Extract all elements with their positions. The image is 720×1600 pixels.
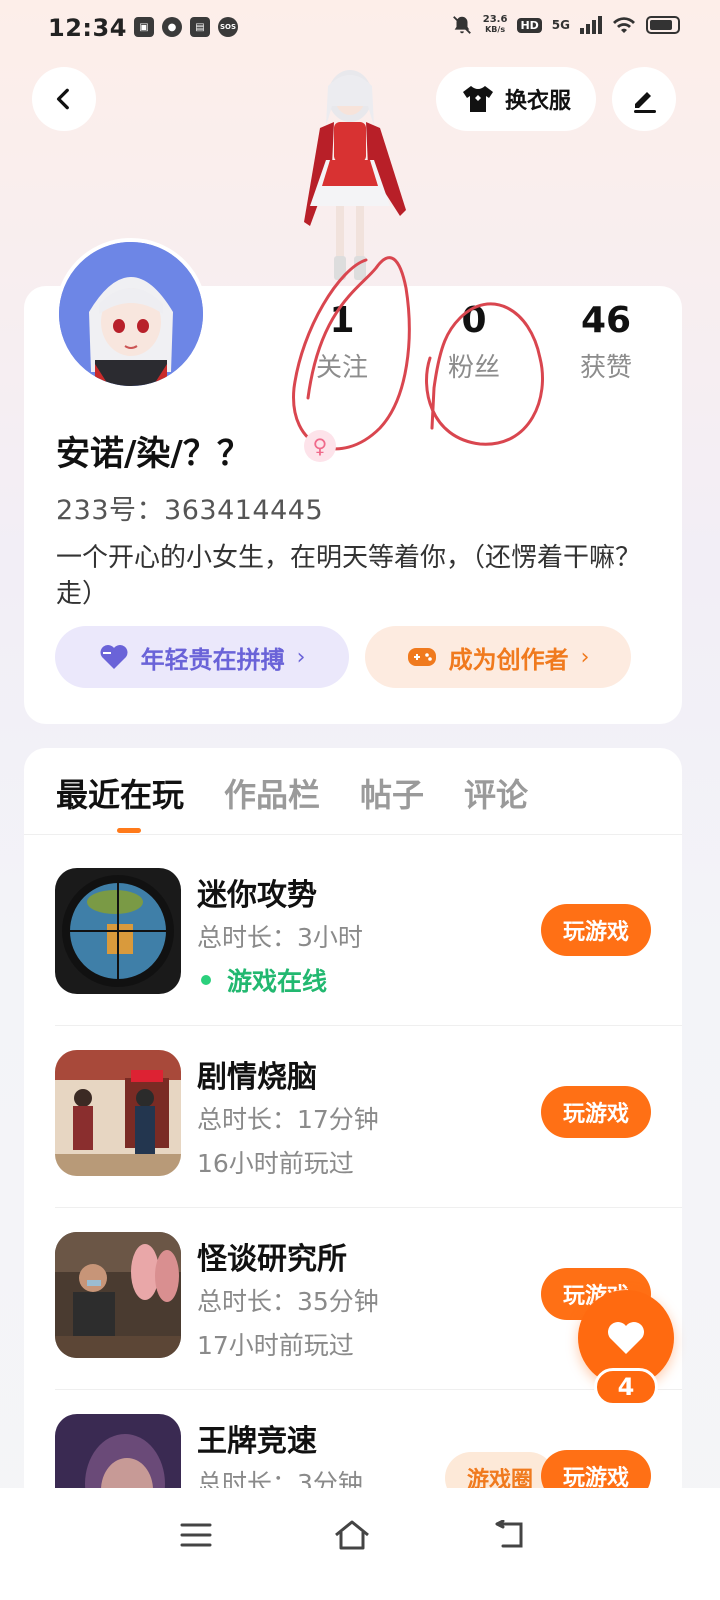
avatar-character-image (304, 70, 406, 280)
mute-bell-icon (452, 16, 471, 34)
change-outfit-button[interactable]: 换衣服 (436, 67, 596, 131)
change-outfit-label: 换衣服 (504, 89, 571, 114)
likes-count: 46 (580, 300, 632, 341)
chevron-right-icon: › (296, 644, 306, 670)
game-last-played: 17小时前玩过 (197, 1331, 354, 1360)
shop-notification-icon: ▣ (134, 17, 154, 37)
game-thumbnail (55, 1232, 181, 1358)
game-name: 剧情烧脑 (197, 1060, 317, 1095)
home-icon (335, 1520, 369, 1550)
chevron-right-icon: › (580, 644, 590, 670)
chevron-left-icon (56, 88, 69, 110)
user-id[interactable]: 233号：363414445 (56, 488, 323, 527)
game-duration: 总时长：3小时 (197, 923, 363, 952)
online-status-dot (201, 975, 211, 985)
notification-icons: ▣ ● ▤ SOS (134, 17, 238, 37)
slogan-button[interactable]: 年轻贵在拼搏 › (55, 626, 349, 688)
status-bar: 12:34 ▣ ● ▤ SOS 23.6 KB/s HD 5G (0, 0, 720, 56)
game-duration: 总时长：35分钟 (197, 1287, 379, 1316)
tab-posts[interactable]: 帖子 (360, 770, 424, 816)
system-nav-bar (0, 1488, 720, 1600)
status-time: 12:34 (48, 14, 127, 42)
username: 安诺/染/？？ (56, 434, 251, 474)
slogan-label: 年轻贵在拼搏 (140, 645, 285, 674)
content-card: 最近在玩 作品栏 帖子 评论 迷你攻势 总时长：3小时 游戏在线 玩游戏 剧情烧… (24, 748, 682, 1508)
game-thumbnail (55, 1050, 181, 1176)
user-bio: 一个开心的小女生，在明天等着你，（还愣着干嘛？走） (56, 543, 642, 609)
system-icons: 23.6 KB/s HD 5G (451, 14, 680, 36)
heart-icon (608, 1322, 644, 1354)
pencil-icon (634, 92, 656, 113)
hd-badge: HD (517, 17, 542, 33)
story-game-image (55, 1050, 181, 1176)
game-row[interactable]: 怪谈研究所 总时长：35分钟 17小时前玩过 玩游戏 (55, 1208, 682, 1390)
become-creator-button[interactable]: 成为创作者 › (365, 626, 631, 688)
active-tab-indicator (117, 828, 141, 833)
game-row[interactable]: 迷你攻势 总时长：3小时 游戏在线 玩游戏 (55, 844, 682, 1026)
network-type: 5G (551, 18, 570, 32)
play-game-button[interactable]: 玩游戏 (541, 904, 651, 956)
divider (24, 834, 682, 835)
game-duration: 总时长：17分钟 (197, 1105, 379, 1134)
wifi-icon (613, 17, 635, 33)
sos-icon: SOS (218, 17, 238, 37)
likes-stat[interactable]: 46 获赞 (540, 300, 672, 384)
followers-count: 0 (461, 300, 487, 341)
following-stat[interactable]: 1 关注 (276, 300, 408, 384)
game-name: 怪谈研究所 (197, 1242, 347, 1277)
likes-label: 获赞 (579, 353, 632, 383)
message-notification-icon: ● (162, 17, 182, 37)
profile-stats: 1 关注 0 粉丝 46 获赞 (276, 300, 672, 384)
followers-label: 粉丝 (447, 353, 500, 383)
card-notification-icon: ▤ (190, 17, 210, 37)
following-label: 关注 (315, 353, 368, 383)
tshirt-icon (462, 86, 493, 112)
home-nav-button[interactable] (322, 1510, 382, 1560)
game-last-played: 16小时前玩过 (197, 1149, 354, 1178)
game-row[interactable]: 剧情烧脑 总时长：17分钟 16小时前玩过 玩游戏 (55, 1026, 682, 1208)
net-speed-value: 23.6 (482, 14, 508, 25)
tab-works[interactable]: 作品栏 (224, 770, 320, 816)
game-name: 迷你攻势 (197, 878, 317, 913)
heart-icon (100, 645, 128, 669)
avatar[interactable] (55, 238, 207, 390)
game-status: 游戏在线 (227, 967, 328, 996)
game-thumbnail (55, 868, 181, 994)
menu-nav-button[interactable] (166, 1510, 226, 1560)
following-count: 1 (329, 300, 355, 341)
followers-stat[interactable]: 0 粉丝 (408, 300, 540, 384)
like-count-badge: 4 (594, 1368, 658, 1406)
tab-bar: 最近在玩 作品栏 帖子 评论 (56, 770, 528, 816)
play-game-button[interactable]: 玩游戏 (541, 1086, 651, 1138)
signal-icon (580, 16, 602, 34)
tab-comments[interactable]: 评论 (464, 770, 528, 816)
battery-icon (646, 16, 680, 34)
become-creator-label: 成为创作者 (448, 645, 569, 674)
female-icon: ♀ (304, 430, 336, 462)
edit-profile-button[interactable] (612, 67, 676, 131)
avatar-image (59, 242, 203, 386)
back-nav-button[interactable] (480, 1510, 540, 1560)
net-speed-unit: KB/s (485, 25, 506, 34)
menu-icon (180, 1523, 212, 1547)
back-arrow-icon (495, 1520, 523, 1548)
net-speed: 23.6 KB/s (483, 15, 508, 35)
horror-game-image (55, 1232, 181, 1358)
tab-recently-played[interactable]: 最近在玩 (56, 770, 184, 816)
game-name: 王牌竞速 (197, 1424, 317, 1459)
gamepad-icon (407, 648, 436, 666)
back-button[interactable] (32, 67, 96, 131)
scope-image (55, 868, 181, 994)
